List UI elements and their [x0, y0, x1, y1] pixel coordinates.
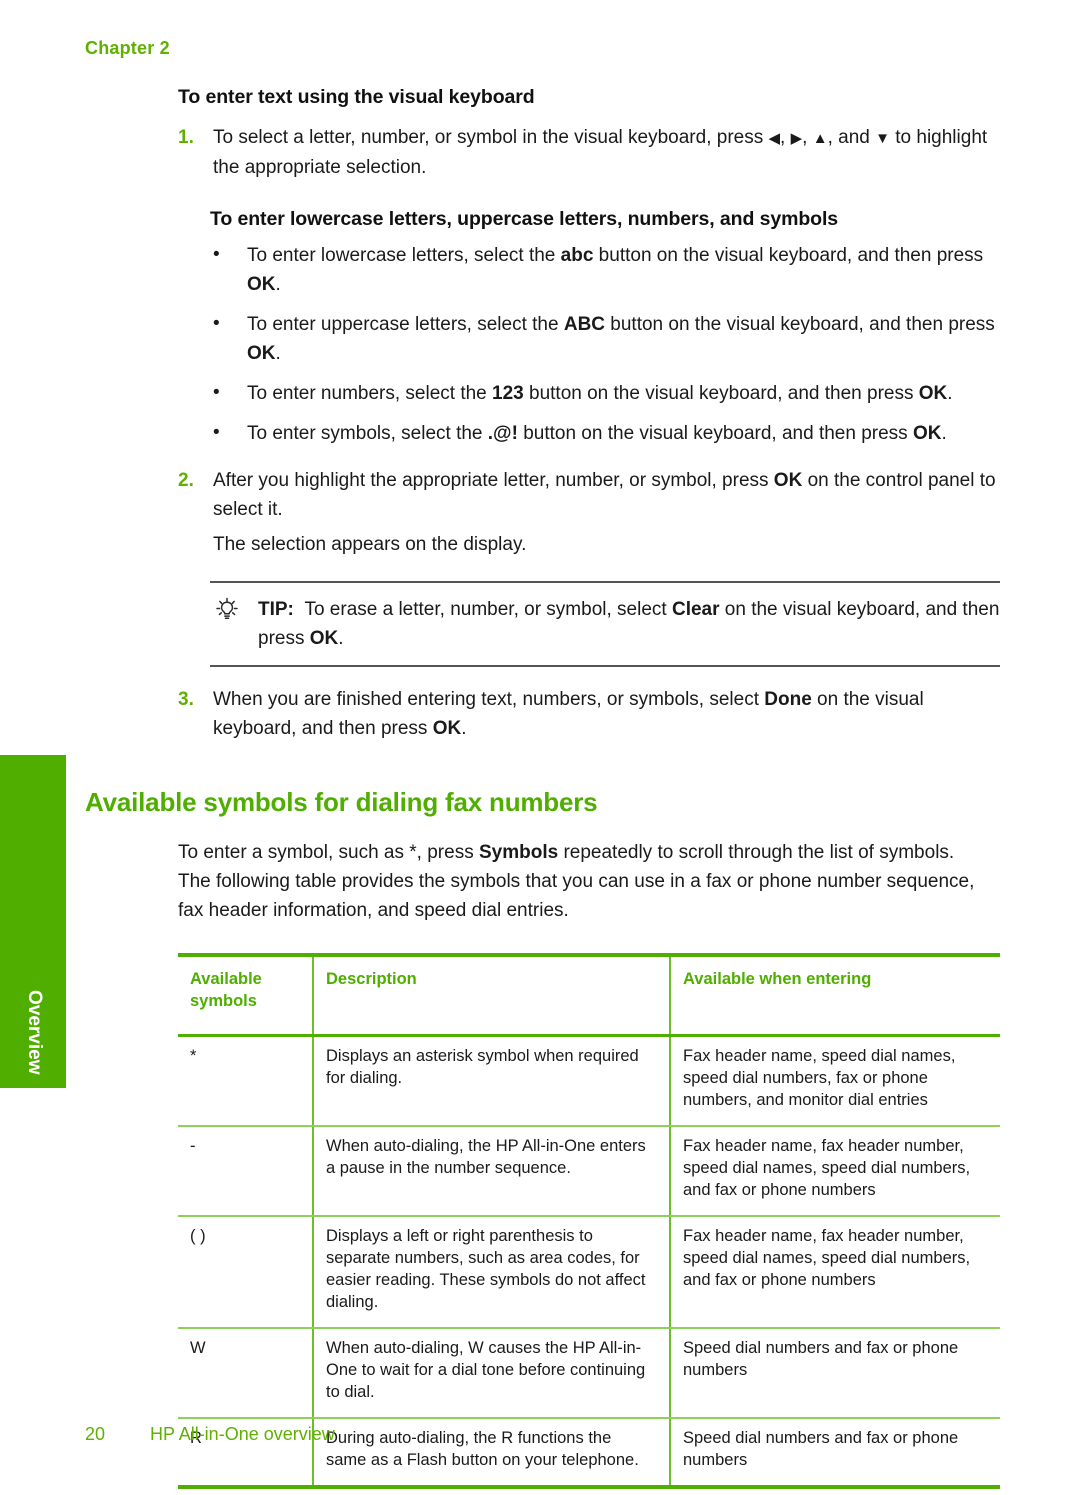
tip-note-body: TIP: To erase a letter, number, or symbo…: [210, 595, 1000, 653]
bullet-text-b: button on the visual keyboard, and then …: [605, 314, 995, 335]
bullet-text-c: .: [275, 343, 281, 364]
step-3: 3. When you are finished entering text, …: [178, 685, 1000, 743]
step-3-bold-b: OK: [432, 718, 462, 739]
table-header-cell-symbols: Available symbols: [178, 955, 314, 1036]
cell-description: Displays an asterisk symbol when require…: [313, 1035, 671, 1127]
step-1-sep-1: ,: [780, 127, 791, 148]
step-1: 1. To select a letter, number, or symbol…: [178, 123, 1000, 182]
bullet-item: • To enter symbols, select the .@! butto…: [210, 419, 1000, 448]
step-1-number: 1.: [178, 127, 194, 148]
step-2-result: The selection appears on the display.: [213, 534, 527, 555]
bullet-bold-a: 123: [492, 383, 524, 404]
table-header-cell-description: Description: [313, 955, 671, 1036]
tip-bold-b: OK: [309, 628, 339, 649]
bullet-bold-a: ABC: [563, 314, 606, 335]
procedure-heading: To enter text using the visual keyboard: [178, 86, 535, 108]
step-3-bold-a: Done: [764, 689, 812, 710]
content-column: To enter text using the visual keyboard …: [85, 86, 1000, 1489]
bullet-text-b: button on the visual keyboard, and then …: [593, 245, 984, 266]
bullet-text-c: .: [275, 274, 281, 295]
bullet-text-a: To enter symbols, select the: [247, 423, 488, 444]
chapter-label: Chapter 2: [85, 38, 170, 58]
cell-available-when: Speed dial numbers and fax or phone numb…: [670, 1418, 1000, 1489]
cell-available-when: Speed dial numbers and fax or phone numb…: [670, 1328, 1000, 1419]
table-row: ( ) Displays a left or right parenthesis…: [178, 1216, 1000, 1329]
table-row: * Displays an asterisk symbol when requi…: [178, 1035, 1000, 1127]
bullet-text-a: To enter lowercase letters, select the: [247, 245, 561, 266]
page-number: 20: [85, 1424, 106, 1444]
table-body: * Displays an asterisk symbol when requi…: [178, 1035, 1000, 1489]
arrow-left-icon: ◀: [768, 130, 781, 147]
arrow-right-icon: ▶: [790, 130, 803, 147]
footer-title: HP All-in-One overview: [150, 1424, 335, 1444]
tip-text-a: To erase a letter, number, or symbol, se…: [304, 599, 672, 620]
step-1-text-a: To select a letter, number, or symbol in…: [213, 127, 769, 148]
bullet-bold-b: OK: [912, 423, 942, 444]
bullet-marker: •: [213, 313, 220, 334]
cell-description: When auto-dialing, W causes the HP All-i…: [313, 1328, 671, 1419]
cell-description: When auto-dialing, the HP All-in-One ent…: [313, 1126, 671, 1217]
tip-text-c: .: [338, 628, 344, 649]
arrow-up-icon: ▲: [812, 130, 828, 147]
cell-symbol: -: [178, 1126, 314, 1217]
bullet-text-b: button on the visual keyboard, and then …: [517, 423, 913, 444]
bullet-text-a: To enter numbers, select the: [247, 383, 493, 404]
bullet-item: • To enter uppercase letters, select the…: [210, 310, 1000, 368]
step-3-text-c: .: [461, 718, 467, 739]
page-footer: 20 HP All-in-One overview: [85, 1424, 335, 1445]
arrow-down-icon: ▼: [875, 130, 890, 147]
bullet-text-c: .: [941, 423, 947, 444]
side-thumb-tab: [0, 755, 68, 1088]
bullet-text-b: button on the visual keyboard, and then …: [523, 383, 919, 404]
cell-description: During auto-dialing, the R functions the…: [313, 1418, 671, 1489]
intro-bold: Symbols: [478, 842, 559, 863]
table-row: W When auto-dialing, W causes the HP All…: [178, 1328, 1000, 1419]
bullet-item: • To enter numbers, select the 123 butto…: [210, 379, 1000, 408]
step-1-sep-2: ,: [802, 127, 813, 148]
intro-text-a: To enter a symbol, such as *, press: [178, 842, 479, 863]
bullet-item: • To enter lowercase letters, select the…: [210, 241, 1000, 299]
table-header-row: Available symbols Description Available …: [178, 955, 1000, 1036]
cell-available-when: Fax header name, fax header number, spee…: [670, 1216, 1000, 1329]
table-header: Available symbols Description Available …: [178, 955, 1000, 1036]
procedure-subheading: To enter lowercase letters, uppercase le…: [210, 208, 839, 230]
bullet-text-c: .: [947, 383, 953, 404]
bullet-marker: •: [213, 382, 220, 403]
bullet-bold-b: OK: [918, 383, 948, 404]
bullet-bold-a: abc: [560, 245, 594, 266]
table-row: - When auto-dialing, the HP All-in-One e…: [178, 1126, 1000, 1217]
bullet-marker: •: [213, 422, 220, 443]
available-symbols-table: Available symbols Description Available …: [178, 953, 1000, 1489]
lightbulb-icon: [214, 597, 240, 623]
step-1-text-b: , and: [827, 127, 876, 148]
bullet-bold-b: OK: [247, 274, 276, 295]
bullet-text-a: To enter uppercase letters, select the: [247, 314, 564, 335]
bullet-bold-b: OK: [247, 343, 276, 364]
cell-symbol: W: [178, 1328, 314, 1419]
step-3-text-a: When you are finished entering text, num…: [213, 689, 765, 710]
section-intro-paragraph: To enter a symbol, such as *, press Symb…: [178, 838, 978, 925]
step-2: 2. After you highlight the appropriate l…: [178, 466, 1000, 524]
step-2-text-a: After you highlight the appropriate lett…: [213, 470, 774, 491]
bullet-marker: •: [213, 244, 220, 265]
cell-description: Displays a left or right parenthesis to …: [313, 1216, 671, 1329]
table-header-cell-available-when: Available when entering: [683, 970, 872, 988]
document-page: Overview Chapter 2 To enter text using t…: [0, 0, 1080, 1495]
step-2-bold-a: OK: [773, 470, 803, 491]
tip-note: TIP: To erase a letter, number, or symbo…: [210, 581, 1000, 667]
bullet-bold-a: .@!: [487, 423, 518, 444]
step-2-number: 2.: [178, 470, 194, 491]
cell-symbol: *: [178, 1035, 314, 1127]
cell-symbol: ( ): [178, 1216, 314, 1329]
tip-bold-a: Clear: [671, 599, 720, 620]
step-3-number: 3.: [178, 689, 194, 710]
cell-available-when: Fax header name, speed dial names, speed…: [670, 1035, 1000, 1127]
tip-label: TIP:: [258, 599, 294, 620]
section-heading: Available symbols for dialing fax number…: [85, 787, 598, 817]
cell-available-when: Fax header name, fax header number, spee…: [670, 1126, 1000, 1217]
